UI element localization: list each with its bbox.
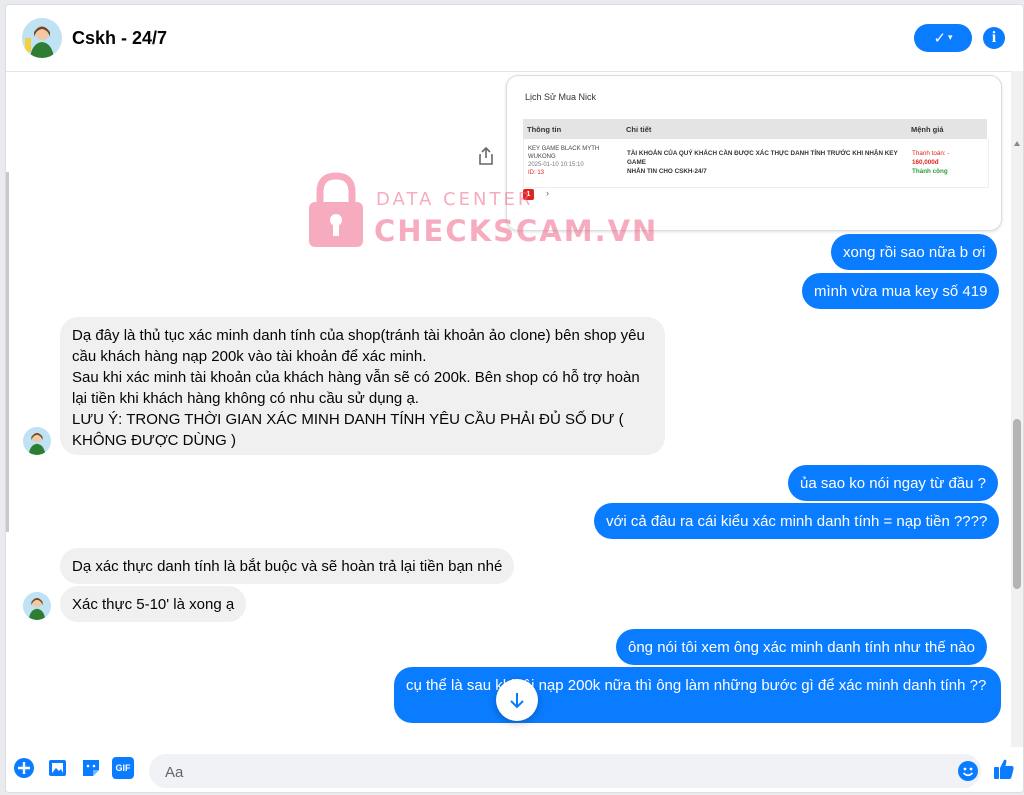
mark-done-button[interactable]: ✓ ▾ <box>914 24 972 52</box>
cell-info: KEY GAME BLACK MYTH WUKONG 2025-01-10 10… <box>528 145 618 177</box>
column-header-details: Chi tiết <box>626 125 652 134</box>
message-outgoing[interactable]: mình vừa mua key số 419 <box>802 273 1000 309</box>
emoji-icon[interactable] <box>957 760 979 782</box>
message-paragraph: LƯU Ý: TRONG THỜI GIAN XÁC MINH DANH TÍN… <box>72 411 624 449</box>
contact-avatar-small[interactable] <box>23 427 51 455</box>
scroll-to-bottom-button[interactable] <box>496 679 538 721</box>
message-paragraph: Sau khi xác minh tài khoản của khách hàn… <box>72 369 640 407</box>
message-input[interactable] <box>163 754 927 790</box>
message-outgoing[interactable]: với cả đâu ra cái kiểu xác minh danh tín… <box>594 503 1000 539</box>
scroll-up-arrow[interactable] <box>1014 141 1020 146</box>
image-icon[interactable] <box>47 757 69 779</box>
purchase-id: ID: 13 <box>528 170 545 176</box>
contact-name[interactable]: Cskh - 24/7 <box>72 28 167 49</box>
scrollbar-thumb[interactable] <box>1013 419 1021 589</box>
purchase-history-screenshot[interactable]: Lịch Sử Mua Nick Thông tin Chi tiết Mệnh… <box>506 75 1002 231</box>
chat-window: Cskh - 24/7 ✓ ▾ i Lịch Sử Mua Nick Thông … <box>5 4 1024 793</box>
card-title: Lịch Sử Mua Nick <box>525 92 597 102</box>
message-outgoing[interactable]: cụ thể là sau khi tôi nạp 200k nữa thì ô… <box>394 667 1001 723</box>
message-incoming[interactable]: Xác thực 5-10' là xong ạ <box>60 586 247 622</box>
product-name: KEY GAME BLACK MYTH WUKONG <box>528 146 600 160</box>
table-header: Thông tin Chi tiết Mệnh giá <box>523 119 987 139</box>
purchase-datetime: 2025-01-10 10:15:10 <box>528 162 584 168</box>
price-amount: 160,000đ <box>912 159 939 166</box>
message-outgoing[interactable]: ủa sao ko nói ngay từ đầu ? <box>788 465 999 501</box>
share-icon[interactable] <box>478 147 494 165</box>
cell-details: TÀI KHOẢN CỦA QUÝ KHÁCH CẦN ĐƯỢC XÁC THỰ… <box>627 149 907 176</box>
detail-line: NHẮN TIN CHO CSKH-24/7 <box>627 168 707 175</box>
message-composer: GIF <box>6 747 1023 792</box>
lock-icon <box>309 172 363 247</box>
page-next-icon[interactable]: › <box>546 188 549 198</box>
cell-price: Thanh toán: - 160,000đ Thành công <box>912 149 987 176</box>
pagination: 1 › <box>523 188 549 200</box>
table-row: KEY GAME BLACK MYTH WUKONG 2025-01-10 10… <box>523 139 989 188</box>
contact-avatar[interactable] <box>22 18 62 58</box>
contact-avatar-small[interactable] <box>23 592 51 620</box>
plus-icon[interactable] <box>13 757 35 779</box>
gif-icon[interactable]: GIF <box>112 757 134 779</box>
info-icon[interactable]: i <box>983 27 1005 49</box>
message-outgoing[interactable]: ông nói tôi xem ông xác minh danh tính n… <box>616 629 987 665</box>
message-incoming[interactable]: Dạ đây là thủ tục xác minh danh tính của… <box>60 317 665 455</box>
arrow-down-icon <box>510 693 524 709</box>
chat-header: Cskh - 24/7 ✓ ▾ i <box>6 5 1023 72</box>
left-scrollbar <box>6 172 9 532</box>
detail-line: TÀI KHOẢN CỦA QUÝ KHÁCH CẦN ĐƯỢC XÁC THỰ… <box>627 150 898 166</box>
page-current[interactable]: 1 <box>523 189 534 200</box>
check-icon: ✓ <box>933 29 947 47</box>
sticker-icon[interactable] <box>80 757 102 779</box>
status-badge: Thành công <box>912 168 948 175</box>
like-icon[interactable] <box>992 757 1016 781</box>
column-header-info: Thông tin <box>527 125 562 134</box>
message-outgoing[interactable]: xong rồi sao nữa b ơi <box>831 234 998 270</box>
chevron-down-icon: ▾ <box>948 33 953 43</box>
message-paragraph: Dạ đây là thủ tục xác minh danh tính của… <box>72 327 645 365</box>
column-header-price: Mệnh giá <box>911 125 944 134</box>
message-input-box[interactable] <box>149 754 981 790</box>
message-incoming[interactable]: Dạ xác thực danh tính là bắt buộc và sẽ … <box>60 548 515 584</box>
price-label: Thanh toán: - <box>912 150 950 157</box>
chat-scrollbar[interactable] <box>1011 71 1023 747</box>
